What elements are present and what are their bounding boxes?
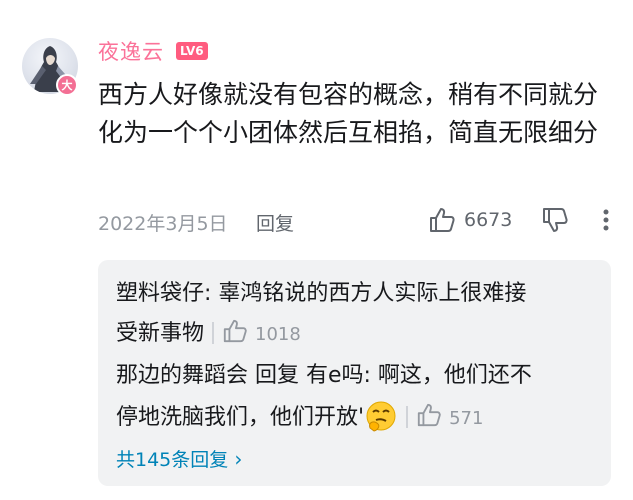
total-replies-label: 共145条回复 [116, 449, 229, 471]
sub-reply-2-text: 停地洗脑我们，他们开放' [116, 405, 365, 430]
reply-button[interactable]: 回复 [256, 209, 294, 236]
user-level-badge: LV6 [176, 42, 208, 60]
thumbs-up-icon[interactable] [416, 402, 442, 428]
more-vertical-icon[interactable] [600, 206, 612, 234]
sub-reply-1-text: 受新事物 [116, 321, 205, 346]
thinking-emoji-icon [366, 401, 396, 432]
comment-meta-row: 2022年3月5日 回复 6673 [98, 204, 618, 238]
separator [212, 322, 215, 344]
sub-reply-2-line1[interactable]: 那边的舞蹈会 回复 有e吗: 啊这，他们还不 [116, 356, 532, 396]
comment-username[interactable]: 夜逸云 [98, 36, 164, 66]
thumbs-up-icon[interactable] [428, 206, 456, 234]
sub-replies-box: 塑料袋仔: 辜鸿铭说的西方人实际上很难接 受新事物 1018 那边的舞蹈会 回复… [98, 260, 611, 486]
chevron-right-icon: › [234, 447, 243, 471]
avatar-vip-badge: 大 [56, 74, 78, 96]
sub-reply-1-like-count: 1018 [255, 324, 301, 345]
sub-reply-2-like-count: 571 [449, 408, 484, 429]
comment-date: 2022年3月5日 [98, 213, 228, 235]
comment-text: 西方人好像就没有包容的概念，稍有不同就分化为一个个小团体然后互相掐，简直无限细分 [98, 80, 599, 147]
sub-reply-1-line2[interactable]: 受新事物 1018 [116, 314, 301, 355]
sub-reply-1-line1[interactable]: 塑料袋仔: 辜鸿铭说的西方人实际上很难接 [116, 274, 526, 314]
separator [406, 406, 409, 428]
thumbs-up-icon[interactable] [222, 318, 248, 344]
sub-reply-2-line2[interactable]: 停地洗脑我们，他们开放' 571 [116, 398, 483, 439]
view-all-replies-link[interactable]: 共145条回复 › [116, 445, 242, 472]
like-count: 6673 [464, 209, 513, 231]
thumbs-down-icon[interactable] [541, 206, 569, 234]
